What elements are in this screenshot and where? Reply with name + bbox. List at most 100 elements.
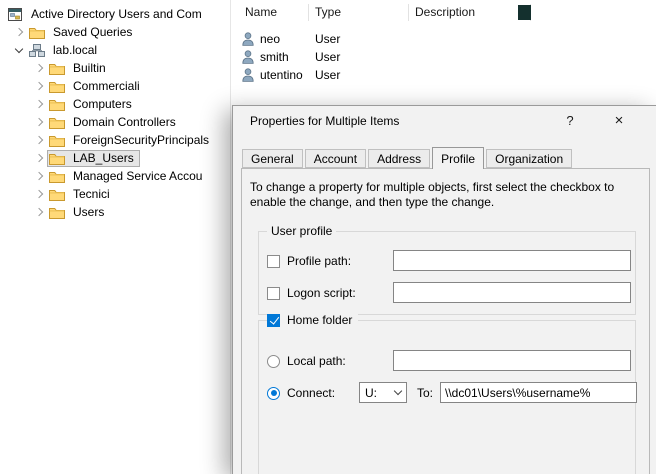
tree-item-label: Computers	[70, 96, 135, 112]
list-item-neo[interactable]: neo User	[232, 30, 656, 48]
dialog-title: Properties for Multiple Items	[250, 114, 399, 128]
chevron-right-icon[interactable]	[35, 100, 43, 108]
home-folder-group-label: Home folder	[267, 313, 358, 327]
tree-item-domain-controllers[interactable]: Domain Controllers	[0, 113, 230, 131]
chevron-down-icon[interactable]	[15, 45, 23, 53]
chevron-right-icon[interactable]	[35, 172, 43, 180]
properties-dialog: Properties for Multiple Items ? × Genera…	[232, 105, 656, 474]
connect-radio[interactable]	[267, 387, 280, 400]
chevron-right-icon[interactable]	[35, 154, 43, 162]
tree-item-label: Saved Queries	[50, 24, 135, 40]
tree-item-managed-service-accounts[interactable]: Managed Service Accou	[0, 167, 230, 185]
folder-icon	[49, 170, 65, 183]
tree-item-root[interactable]: Active Directory Users and Com	[0, 5, 230, 23]
home-folder-group: Home folder Local path: Connect: U: To:	[258, 320, 636, 474]
column-header-name[interactable]: Name	[245, 5, 277, 19]
tree-item-foreign-security-principals[interactable]: ForeignSecurityPrincipals	[0, 131, 230, 149]
folder-icon	[49, 188, 65, 201]
item-type: User	[315, 32, 340, 46]
profile-tab-page: To change a property for multiple object…	[241, 168, 650, 474]
chevron-right-icon[interactable]	[35, 208, 43, 216]
local-path-label[interactable]: Local path:	[287, 354, 346, 368]
item-name: utentino	[260, 68, 303, 82]
chevron-right-icon[interactable]	[35, 136, 43, 144]
logon-script-input[interactable]	[393, 282, 631, 303]
tree-item-label: ForeignSecurityPrincipals	[70, 132, 212, 148]
chevron-right-icon[interactable]	[35, 82, 43, 90]
connect-label[interactable]: Connect:	[287, 386, 335, 400]
home-folder-label[interactable]: Home folder	[287, 313, 352, 327]
column-header-description[interactable]: Description	[415, 5, 475, 19]
item-type: User	[315, 50, 340, 64]
home-folder-path-input[interactable]	[440, 382, 637, 403]
chevron-right-icon[interactable]	[15, 28, 23, 36]
home-folder-checkbox[interactable]	[267, 314, 280, 327]
chevron-down-icon	[394, 386, 402, 394]
item-name: neo	[260, 32, 280, 46]
dialog-tabs: General Account Address Profile Organiza…	[242, 147, 574, 168]
tab-general[interactable]: General	[242, 149, 303, 168]
chevron-right-icon[interactable]	[35, 64, 43, 72]
folder-icon	[29, 26, 45, 39]
folder-icon	[49, 134, 65, 147]
tab-profile[interactable]: Profile	[432, 147, 484, 169]
tree-item-users[interactable]: Users	[0, 203, 230, 221]
logon-script-row: Logon script:	[267, 286, 356, 300]
close-button[interactable]: ×	[595, 106, 643, 136]
user-icon	[242, 32, 254, 46]
chevron-right-icon[interactable]	[35, 190, 43, 198]
local-path-row: Local path:	[267, 354, 346, 368]
profile-path-label[interactable]: Profile path:	[287, 254, 351, 268]
chevron-right-icon[interactable]	[35, 118, 43, 126]
tree-item-label: Builtin	[70, 60, 109, 76]
tree-item-label: LAB_Users	[70, 150, 137, 166]
tree-item-lab-users[interactable]: LAB_Users	[0, 149, 230, 167]
tree-item-tecnici[interactable]: Tecnici	[0, 185, 230, 203]
connect-row: Connect:	[267, 386, 335, 400]
tree-item-saved-queries[interactable]: Saved Queries	[0, 23, 230, 41]
header-dark-artifact	[518, 5, 531, 20]
tree-item-lab-local[interactable]: lab.local	[0, 41, 230, 59]
user-icon	[242, 50, 254, 64]
tree-item-label: Commerciali	[70, 78, 143, 94]
tree-item-label: Managed Service Accou	[70, 168, 205, 184]
tree-item-label: Domain Controllers	[70, 114, 179, 130]
tree-item-commerciali[interactable]: Commerciali	[0, 77, 230, 95]
tree-item-label: Active Directory Users and Com	[28, 6, 205, 22]
local-path-input[interactable]	[393, 350, 631, 371]
tree-item-computers[interactable]: Computers	[0, 95, 230, 113]
list-rows: neo User smith User utentino User	[232, 25, 656, 84]
instruction-text: To change a property for multiple object…	[250, 180, 648, 210]
logon-script-label[interactable]: Logon script:	[287, 286, 356, 300]
tree-item-label: Tecnici	[70, 186, 113, 202]
tree-item-label: lab.local	[50, 42, 100, 58]
profile-path-checkbox[interactable]	[267, 255, 280, 268]
folder-icon	[49, 206, 65, 219]
logon-script-checkbox[interactable]	[267, 287, 280, 300]
user-profile-group-label: User profile	[267, 224, 336, 238]
column-separator[interactable]	[308, 4, 309, 21]
folder-icon	[49, 152, 65, 165]
domain-icon	[29, 44, 45, 57]
local-path-radio[interactable]	[267, 355, 280, 368]
profile-path-input[interactable]	[393, 250, 631, 271]
aduc-tree-panel: Active Directory Users and Com Saved Que…	[0, 0, 231, 474]
help-button[interactable]: ?	[551, 106, 589, 136]
folder-icon	[49, 62, 65, 75]
list-item-utentino[interactable]: utentino User	[232, 66, 656, 84]
folder-icon	[49, 98, 65, 111]
tab-organization[interactable]: Organization	[486, 149, 572, 168]
user-icon	[242, 68, 254, 82]
tree-item-label: Users	[70, 204, 107, 220]
drive-letter-dropdown[interactable]: U:	[359, 382, 407, 403]
user-profile-group: User profile Profile path: Logon script:	[258, 231, 636, 315]
tree-item-builtin[interactable]: Builtin	[0, 59, 230, 77]
selected-highlight: LAB_Users	[47, 150, 140, 167]
tab-address[interactable]: Address	[368, 149, 430, 168]
item-name: smith	[260, 50, 289, 64]
list-item-smith[interactable]: smith User	[232, 48, 656, 66]
dialog-titlebar[interactable]: Properties for Multiple Items ? ×	[233, 106, 656, 136]
column-header-type[interactable]: Type	[315, 5, 341, 19]
column-separator[interactable]	[408, 4, 409, 21]
tab-account[interactable]: Account	[305, 149, 366, 168]
